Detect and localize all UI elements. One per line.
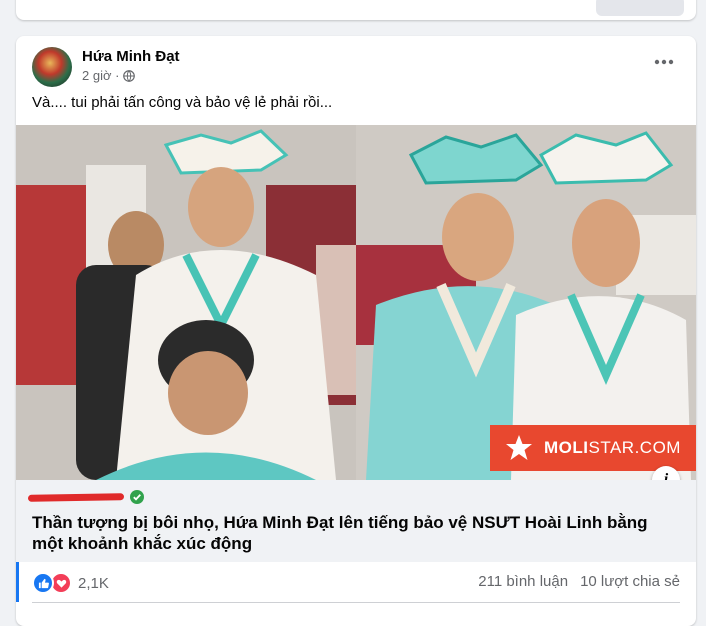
- share-count[interactable]: 10 lượt chia sẻ: [580, 573, 680, 590]
- link-source: [27, 490, 144, 504]
- globe-icon: [123, 69, 136, 82]
- comment-count[interactable]: 211 bình luận: [478, 573, 568, 590]
- avatar[interactable]: [32, 47, 72, 87]
- molistar-watermark: MOLISTAR.COM: [490, 425, 696, 471]
- post-image[interactable]: MOLISTAR.COM i: [16, 125, 696, 480]
- verified-check-icon: [130, 490, 144, 504]
- previous-post-button[interactable]: [596, 0, 684, 16]
- post-time[interactable]: 2 giờ ·: [82, 68, 119, 83]
- post-caption: Và.... tui phải tấn công và bảo vệ lẻ ph…: [32, 94, 333, 111]
- engagement-stats: 211 bình luận 10 lượt chia sẻ: [478, 573, 680, 590]
- star-icon: [506, 435, 532, 460]
- author-name[interactable]: Hứa Minh Đạt: [82, 48, 180, 65]
- divider: [32, 602, 680, 603]
- link-headline[interactable]: Thần tượng bị bôi nhọ, Hứa Minh Đạt lên …: [32, 512, 682, 554]
- reaction-summary[interactable]: 2,1K: [32, 572, 109, 594]
- previous-post-card: [16, 0, 696, 20]
- post-meta: 2 giờ ·: [82, 68, 136, 83]
- accent-bar: [16, 562, 19, 602]
- redacted-source-mark: [27, 492, 125, 502]
- link-preview[interactable]: Thần tượng bị bôi nhọ, Hứa Minh Đạt lên …: [16, 480, 696, 562]
- post-card: Hứa Minh Đạt 2 giờ · Và.... tui phải tấn…: [16, 36, 696, 626]
- more-options-icon[interactable]: [646, 50, 682, 74]
- watermark-text: MOLISTAR.COM: [544, 438, 681, 457]
- like-reaction-icon: [32, 572, 54, 594]
- reaction-count: 2,1K: [78, 574, 109, 592]
